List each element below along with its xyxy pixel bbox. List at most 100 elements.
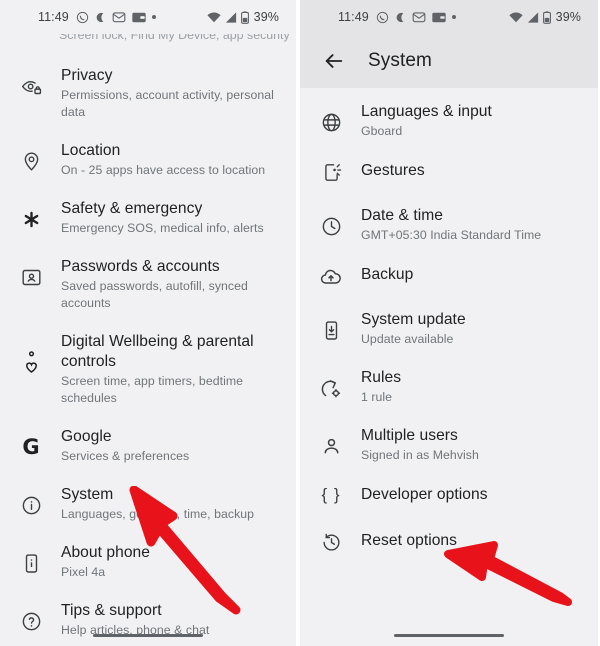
list-item-title: System — [61, 486, 114, 503]
list-item-title: Rules — [361, 369, 402, 386]
list-item-subtitle: Languages, gestures, time, backup — [61, 507, 255, 521]
app-bar: System — [300, 34, 598, 88]
mail-icon — [412, 11, 426, 23]
list-item-system-update[interactable]: System update Update available — [300, 300, 598, 358]
list-item-passwords-accounts[interactable]: Passwords & accounts Saved passwords, au… — [0, 247, 296, 322]
reset-history-icon — [318, 532, 344, 553]
status-bar-right: 11:49 39% — [300, 0, 598, 34]
signal-icon — [225, 11, 237, 23]
list-item-system[interactable]: System Languages, gestures, time, backup — [0, 475, 296, 533]
status-bar-right-group: 39% — [207, 10, 279, 24]
list-item-about-phone[interactable]: About phone Pixel 4a — [0, 533, 296, 591]
list-item-text: System update Update available — [361, 310, 466, 348]
person-icon — [318, 436, 344, 457]
right-phone-screen: 11:49 39% System Languages & input Gboar… — [298, 0, 598, 646]
battery-percent-label: 39% — [555, 10, 581, 24]
status-bar-left-group: 11:49 — [38, 10, 207, 24]
dual-screenshot-container: 11:49 39% Screen lock, Find My Device, a… — [0, 0, 600, 646]
moon-icon — [95, 11, 106, 24]
help-circle-icon — [18, 611, 44, 632]
rules-icon — [318, 378, 344, 400]
list-item-title: System update — [361, 311, 466, 328]
google-g-glyph: G — [22, 435, 40, 459]
home-indicator-right[interactable] — [300, 634, 598, 637]
info-circle-icon — [18, 495, 44, 516]
list-item-text: About phone Pixel 4a — [61, 543, 150, 581]
list-item-text: Backup — [361, 264, 413, 285]
google-g-icon: G — [18, 437, 44, 458]
list-item-title: Date & time — [361, 207, 444, 224]
whatsapp-icon — [376, 11, 389, 24]
list-item-subtitle: 1 rule — [361, 390, 393, 404]
list-item-digital-wellbeing[interactable]: Digital Wellbeing & parental controls Sc… — [0, 322, 296, 417]
home-indicator-pill[interactable] — [93, 634, 203, 637]
passwords-account-icon — [18, 267, 44, 288]
status-bar-left: 11:49 39% — [0, 0, 296, 34]
signal-icon — [527, 11, 539, 23]
list-item-rules[interactable]: Rules 1 rule — [300, 358, 598, 416]
wallet-icon — [132, 12, 146, 23]
list-item-title: Multiple users — [361, 427, 458, 444]
list-item-subtitle: Signed in as Mehvish — [361, 448, 479, 462]
list-item-text: System Languages, gestures, time, backup — [61, 485, 254, 523]
wifi-icon — [509, 12, 523, 23]
list-item-text: Privacy Permissions, account activity, p… — [61, 66, 280, 121]
list-item-title: Passwords & accounts — [61, 258, 220, 275]
back-arrow-icon[interactable] — [314, 41, 354, 81]
left-settings-list[interactable]: Screen lock, Find My Device, app securit… — [0, 34, 296, 646]
privacy-eye-lock-icon — [18, 76, 44, 97]
list-item-title: About phone — [61, 544, 150, 561]
clock-icon — [318, 216, 344, 237]
wifi-icon — [207, 12, 221, 23]
partial-row-security[interactable]: Screen lock, Find My Device, app securit… — [0, 34, 296, 56]
list-item-location[interactable]: Location On - 25 apps have access to loc… — [0, 131, 296, 189]
list-item-multiple-users[interactable]: Multiple users Signed in as Mehvish — [300, 416, 598, 474]
list-item-text: Date & time GMT+05:30 India Standard Tim… — [361, 206, 541, 244]
list-item-subtitle: Pixel 4a — [61, 565, 106, 579]
list-item-safety-emergency[interactable]: Safety & emergency Emergency SOS, medica… — [0, 189, 296, 247]
wallet-icon — [432, 12, 446, 23]
list-item-reset-options[interactable]: Reset options — [300, 520, 598, 566]
list-item-date-time[interactable]: Date & time GMT+05:30 India Standard Tim… — [300, 196, 598, 254]
system-update-icon — [318, 320, 344, 341]
whatsapp-icon — [76, 11, 89, 24]
list-item-text: Google Services & preferences — [61, 427, 189, 465]
status-bar-clock: 11:49 — [338, 10, 369, 24]
cloud-upload-icon — [318, 266, 344, 288]
mail-icon — [112, 11, 126, 23]
home-indicator-pill[interactable] — [394, 634, 504, 637]
list-item-title: Privacy — [61, 67, 113, 84]
dot-icon — [151, 15, 156, 19]
battery-icon — [240, 10, 249, 24]
list-item-gestures[interactable]: Gestures — [300, 150, 598, 196]
list-item-backup[interactable]: Backup — [300, 254, 598, 300]
globe-icon — [318, 112, 344, 133]
list-item-subtitle: Screen time, app timers, bedtime schedul… — [61, 374, 244, 405]
list-item-title: Google — [61, 428, 112, 445]
left-phone-screen: 11:49 39% Screen lock, Find My Device, a… — [0, 0, 298, 646]
list-item-title: Digital Wellbeing & parental controls — [61, 333, 254, 370]
list-item-subtitle: Update available — [361, 332, 454, 346]
system-settings-list[interactable]: Languages & input Gboard Gestures Date &… — [300, 88, 598, 566]
list-item-languages-input[interactable]: Languages & input Gboard — [300, 92, 598, 150]
list-item-subtitle: GMT+05:30 India Standard Time — [361, 228, 542, 242]
list-item-text: Rules 1 rule — [361, 368, 401, 406]
safety-asterisk-icon — [18, 209, 44, 230]
gestures-icon — [318, 162, 344, 183]
list-item-tips-support[interactable]: Tips & support Help articles, phone & ch… — [0, 591, 296, 646]
about-phone-icon — [18, 553, 44, 574]
list-item-google[interactable]: G Google Services & preferences — [0, 417, 296, 475]
list-item-developer-options[interactable]: { } Developer options — [300, 474, 598, 520]
partial-row-subtitle: Screen lock, Find My Device, app securit… — [59, 34, 290, 42]
list-item-privacy[interactable]: Privacy Permissions, account activity, p… — [0, 56, 296, 131]
developer-braces-icon: { } — [321, 485, 341, 504]
moon-icon — [395, 11, 406, 24]
list-item-title: Safety & emergency — [61, 200, 203, 217]
list-item-text: Languages & input Gboard — [361, 102, 492, 140]
list-item-subtitle: Services & preferences — [61, 449, 190, 463]
battery-icon — [542, 10, 551, 24]
list-item-subtitle: Emergency SOS, medical info, alerts — [61, 221, 264, 235]
list-item-title: Languages & input — [361, 103, 492, 120]
home-indicator-left[interactable] — [0, 634, 296, 637]
list-item-title: Tips & support — [61, 602, 162, 619]
